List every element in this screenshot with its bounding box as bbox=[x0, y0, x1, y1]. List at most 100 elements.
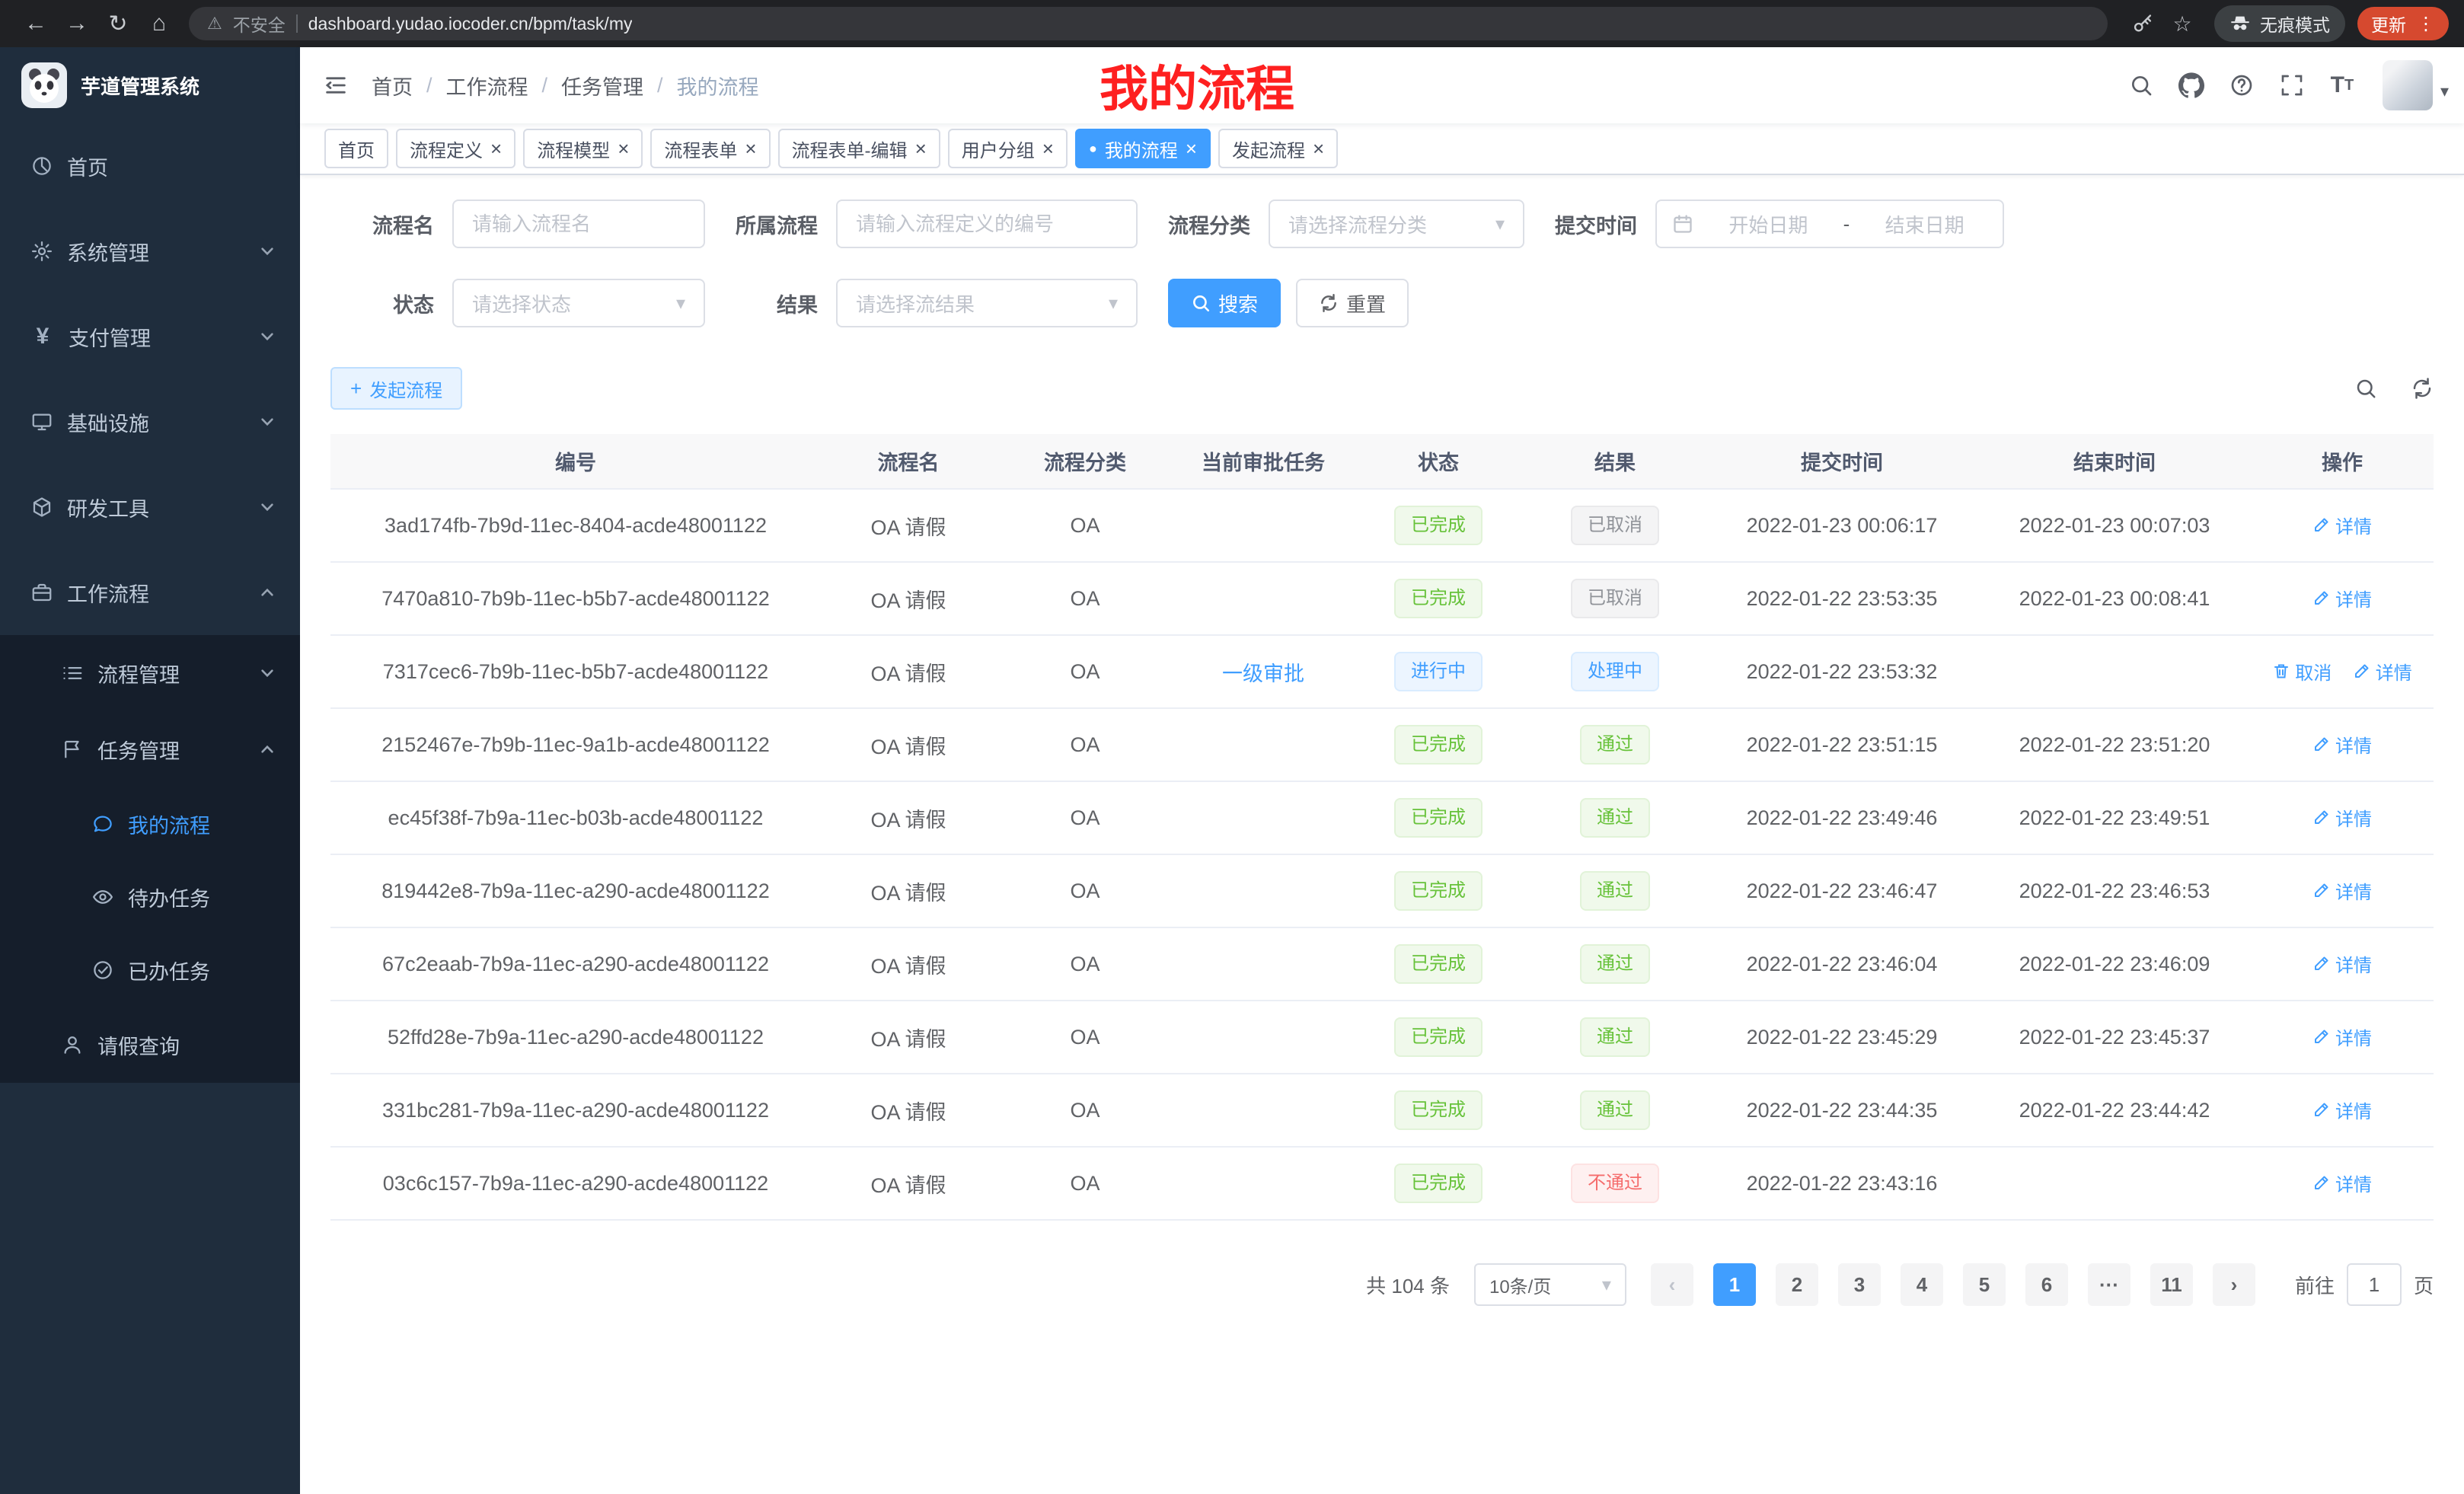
detail-link[interactable]: 详情 bbox=[2312, 1023, 2372, 1050]
browser-menu-icon[interactable]: ⋮ bbox=[2417, 13, 2435, 35]
sidebar-item-task-management[interactable]: 任务管理 bbox=[0, 711, 300, 787]
tagsview-tab[interactable]: 流程模型 × bbox=[523, 129, 643, 168]
tab-close-icon[interactable]: × bbox=[618, 139, 629, 158]
tab-close-icon[interactable]: × bbox=[1042, 139, 1054, 158]
cell-end-time: 2022-01-23 00:07:03 bbox=[1978, 489, 2251, 562]
toggle-search-icon[interactable] bbox=[2354, 377, 2377, 400]
tab-close-icon[interactable]: × bbox=[1186, 139, 1197, 158]
cube-icon bbox=[30, 496, 53, 519]
breadcrumb-item[interactable]: 任务管理 bbox=[561, 71, 643, 101]
parent-process-input[interactable] bbox=[836, 200, 1138, 248]
filter-parent-process: 所属流程 bbox=[736, 200, 1138, 248]
sidebar-item-infrastructure[interactable]: 基础设施 bbox=[0, 379, 300, 464]
tagsview-tab[interactable]: 发起流程 × bbox=[1218, 129, 1338, 168]
result-select[interactable]: 请选择流结果 ▾ bbox=[836, 279, 1138, 327]
page-button[interactable]: 1 bbox=[1713, 1263, 1756, 1306]
omnibox-divider bbox=[296, 14, 298, 33]
sidebar-item-todo-tasks[interactable]: 待办任务 bbox=[0, 860, 300, 934]
detail-link[interactable]: 详情 bbox=[2312, 585, 2372, 611]
breadcrumb-item[interactable]: 工作流程 bbox=[446, 71, 528, 101]
hamburger-icon[interactable] bbox=[300, 72, 372, 98]
page-button[interactable]: 6 bbox=[2025, 1263, 2068, 1306]
detail-link[interactable]: 详情 bbox=[2353, 658, 2412, 685]
password-key-icon[interactable] bbox=[2123, 13, 2162, 34]
sidebar-item-leave-query[interactable]: 请假查询 bbox=[0, 1007, 300, 1083]
security-warning-icon: ⚠ bbox=[207, 14, 222, 34]
cell-process-name: OA 请假 bbox=[821, 927, 996, 1001]
bookmark-star-icon[interactable]: ☆ bbox=[2162, 11, 2202, 37]
create-process-button[interactable]: + 发起流程 bbox=[330, 367, 462, 410]
tagsview-tab[interactable]: 流程表单-编辑 × bbox=[778, 129, 940, 168]
tab-close-icon[interactable]: × bbox=[1313, 139, 1324, 158]
table-header-cell: 当前审批任务 bbox=[1174, 434, 1352, 489]
sidebar-item-devtools[interactable]: 研发工具 bbox=[0, 464, 300, 550]
sidebar-item-payment[interactable]: ¥ 支付管理 bbox=[0, 294, 300, 379]
table-row: 7470a810-7b9b-11ec-b5b7-acde48001122 OA … bbox=[330, 562, 2434, 635]
tagsview-tab[interactable]: 用户分组 × bbox=[948, 129, 1068, 168]
submit-time-range-picker[interactable]: 开始日期 - 结束日期 bbox=[1655, 200, 2004, 248]
browser-home-icon[interactable]: ⌂ bbox=[139, 3, 180, 44]
font-size-icon[interactable]: TT bbox=[2317, 72, 2367, 98]
avatar[interactable] bbox=[2383, 60, 2433, 110]
detail-link[interactable]: 详情 bbox=[2312, 1170, 2372, 1196]
sidebar-item-done-tasks[interactable]: 已办任务 bbox=[0, 934, 300, 1007]
page-button[interactable]: ··· bbox=[2088, 1263, 2130, 1306]
cell-result: 通过 bbox=[1524, 1074, 1706, 1147]
tab-close-icon[interactable]: × bbox=[490, 139, 502, 158]
tab-close-icon[interactable]: × bbox=[745, 139, 756, 158]
incognito-badge: 无痕模式 bbox=[2214, 5, 2345, 42]
cell-status: 已完成 bbox=[1352, 562, 1524, 635]
tagsview-tab[interactable]: 流程表单 × bbox=[650, 129, 770, 168]
tab-close-icon[interactable]: × bbox=[915, 139, 927, 158]
help-icon[interactable] bbox=[2217, 73, 2267, 97]
fullscreen-icon[interactable] bbox=[2267, 73, 2317, 97]
detail-link[interactable]: 详情 bbox=[2312, 950, 2372, 977]
edit-icon bbox=[2312, 1027, 2331, 1045]
sidebar-item-workflow[interactable]: 工作流程 bbox=[0, 550, 300, 635]
logo-bar[interactable]: 芋道管理系统 bbox=[0, 47, 300, 123]
cell-result: 已取消 bbox=[1524, 489, 1706, 562]
cancel-link[interactable]: 取消 bbox=[2272, 658, 2332, 685]
page-button[interactable]: 3 bbox=[1838, 1263, 1881, 1306]
github-icon[interactable] bbox=[2166, 72, 2217, 98]
search-button[interactable]: 搜索 bbox=[1168, 279, 1281, 327]
page-button[interactable]: 4 bbox=[1901, 1263, 1943, 1306]
reset-button[interactable]: 重置 bbox=[1296, 279, 1409, 327]
prev-page-button[interactable]: ‹ bbox=[1651, 1263, 1693, 1306]
detail-link[interactable]: 详情 bbox=[2312, 877, 2372, 904]
tagsview-tab[interactable]: 首页 bbox=[324, 129, 388, 168]
page-size-select[interactable]: 10条/页 ▾ bbox=[1474, 1263, 1626, 1306]
table-header-row: 编号流程名流程分类当前审批任务状态结果提交时间结束时间操作 bbox=[330, 434, 2434, 489]
detail-link[interactable]: 详情 bbox=[2312, 804, 2372, 831]
current-task-link[interactable]: 一级审批 bbox=[1222, 662, 1304, 685]
sidebar-item-process-management[interactable]: 流程管理 bbox=[0, 635, 300, 711]
refresh-table-icon[interactable] bbox=[2411, 377, 2434, 400]
sidebar-item-home[interactable]: 首页 bbox=[0, 123, 300, 209]
sidebar-item-my-processes[interactable]: 我的流程 bbox=[0, 787, 300, 860]
search-icon[interactable] bbox=[2116, 73, 2166, 97]
browser-forward-icon[interactable]: → bbox=[56, 3, 97, 44]
breadcrumb-item[interactable]: 首页 bbox=[372, 71, 413, 101]
sidebar-item-system[interactable]: 系统管理 bbox=[0, 209, 300, 294]
page-button[interactable]: 5 bbox=[1963, 1263, 2006, 1306]
tagsview-tab[interactable]: 流程定义 × bbox=[396, 129, 515, 168]
detail-link[interactable]: 详情 bbox=[2312, 731, 2372, 758]
browser-reload-icon[interactable]: ↻ bbox=[97, 3, 139, 44]
caret-down-icon[interactable]: ▾ bbox=[2440, 81, 2449, 110]
cell-end-time bbox=[1978, 1147, 2251, 1220]
status-select[interactable]: 请选择状态 ▾ bbox=[452, 279, 705, 327]
process-name-input[interactable] bbox=[452, 200, 705, 248]
next-page-button[interactable]: › bbox=[2213, 1263, 2255, 1306]
detail-link[interactable]: 详情 bbox=[2312, 512, 2372, 538]
browser-back-icon[interactable]: ← bbox=[15, 3, 56, 44]
goto-page-input[interactable] bbox=[2347, 1263, 2402, 1306]
browser-address-bar[interactable]: ⚠ 不安全 dashboard.yudao.iocoder.cn/bpm/tas… bbox=[189, 7, 2108, 40]
update-label: 更新 bbox=[2371, 11, 2406, 37]
detail-link[interactable]: 详情 bbox=[2312, 1097, 2372, 1123]
category-select[interactable]: 请选择流程分类 ▾ bbox=[1269, 200, 1524, 248]
tagsview-tab[interactable]: ● 我的流程 × bbox=[1075, 129, 1211, 168]
browser-update-button[interactable]: 更新 ⋮ bbox=[2357, 7, 2449, 40]
page-button[interactable]: 2 bbox=[1776, 1263, 1818, 1306]
page-button[interactable]: 11 bbox=[2150, 1263, 2193, 1306]
cell-status: 已完成 bbox=[1352, 1074, 1524, 1147]
